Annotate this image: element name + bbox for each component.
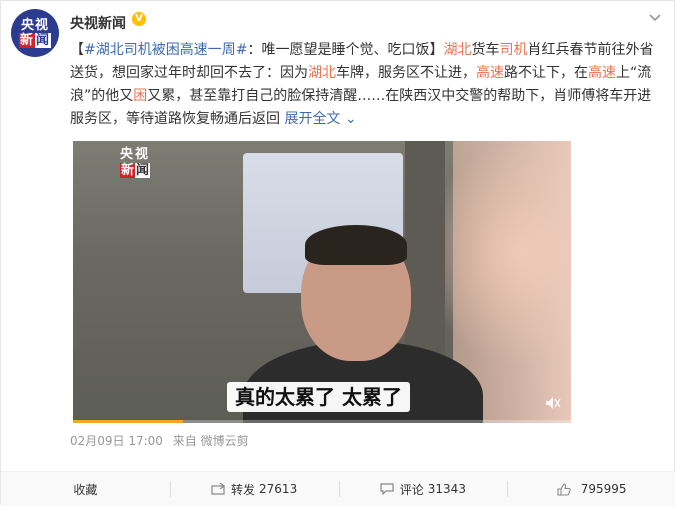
comment-count: 31343 [427,482,466,496]
more-options-chevron-icon[interactable] [648,13,662,23]
text-seg12: 又累，甚至靠打自己的脸保持清醒……在陕西汉中交警的帮助下，肖师傅将车开进服务区，… [70,88,652,127]
mute-icon[interactable] [545,395,561,414]
favorite-label: 收藏 [73,482,98,497]
thumbs-up-icon [557,482,571,496]
verified-badge-icon: V [132,12,146,26]
action-bar: 收藏 转发 27613 评论 31343 795995 [1,471,675,506]
video-channel-logo: 央视 新闻 [115,147,155,181]
video-logo-char-b: 闻 [135,163,151,178]
post-text: 【#湖北司机被困高速一周#：唯一愿望是睡个觉、吃口饭】湖北货车司机肖红兵春节前往… [70,39,660,131]
headline-text: ：唯一愿望是睡个觉、吃口饭】 [247,42,444,58]
account-name[interactable]: 央视新闻 [70,13,126,33]
avatar-char-a: 新 [18,33,35,48]
repost-count: 27613 [259,482,298,496]
comment-label: 评论 [399,482,424,497]
video-subtitle: 真的太累了 太累了 [227,382,410,412]
keyword-link-highway[interactable]: 高速 [476,65,504,81]
repost-icon [211,483,226,495]
video-player[interactable] [73,141,571,423]
repost-label: 转发 [231,482,256,497]
keyword-link-driver[interactable]: 司机 [499,42,527,58]
text-seg8: 路不让下，在 [504,65,588,81]
keyword-link-trapped[interactable]: 困 [133,88,147,104]
post-time[interactable]: 02月09日 17:00 [70,434,163,448]
video-logo-char-a: 新 [119,163,135,178]
keyword-link-hubei[interactable]: 湖北 [443,42,471,58]
video-progress-fill [73,420,183,423]
video-logo-line1: 央视 [119,147,150,162]
repost-button[interactable]: 转发 27613 [169,472,339,506]
keyword-link-hubei-2[interactable]: 湖北 [308,65,336,81]
bracket-open: 【 [70,42,84,58]
like-count: 795995 [580,482,627,496]
chevron-down-icon: ⌄ [340,111,357,127]
expand-full-text-link[interactable]: 展开全文 ⌄ [284,111,356,127]
post-meta: 02月09日 17:00 来自 微博云剪 [70,432,249,449]
text-seg6: 车牌，服务区不让进， [336,65,476,81]
account-avatar[interactable]: 央视 新闻 [11,9,59,57]
keyword-link-highway-2[interactable]: 高速 [588,65,616,81]
video-logo-line2: 新闻 [115,163,155,179]
hashtag-link[interactable]: #湖北司机被困高速一周# [84,42,247,58]
comment-button[interactable]: 评论 31343 [338,472,508,506]
avatar-char-b: 闻 [35,33,52,48]
comment-icon [380,483,394,495]
avatar-text-line1: 央视 [20,18,49,33]
video-progress-bar[interactable] [73,420,571,423]
post-source[interactable]: 来自 微博云剪 [173,434,249,448]
favorite-button[interactable]: 收藏 [1,472,170,506]
avatar-text-line2: 新闻 [18,33,52,48]
weibo-post-card: 央视 新闻 央视新闻 V 【#湖北司机被困高速一周#：唯一愿望是睡个觉、吃口饭】… [0,0,675,506]
text-seg2: 货车 [471,42,500,58]
video-person-hair [305,225,407,265]
expand-label: 展开全文 [284,111,341,127]
like-button[interactable]: 795995 [507,472,675,506]
